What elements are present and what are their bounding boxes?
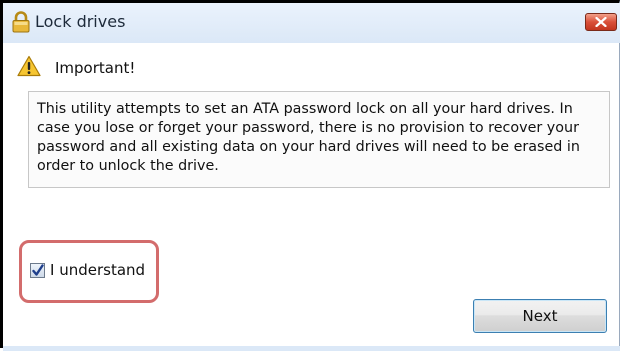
- understand-checkbox[interactable]: [30, 263, 45, 278]
- checkmark-icon: [32, 264, 44, 276]
- close-button[interactable]: [585, 13, 617, 31]
- close-icon: [595, 17, 607, 27]
- important-label: Important!: [55, 59, 136, 77]
- bottom-border: [3, 346, 620, 351]
- warning-message: This utility attempts to set an ATA pass…: [37, 101, 580, 174]
- understand-label[interactable]: I understand: [50, 261, 145, 279]
- title-bar[interactable]: Lock drives: [3, 3, 620, 43]
- warning-icon: [17, 55, 41, 77]
- next-button[interactable]: Next: [473, 299, 607, 333]
- window-title: Lock drives: [35, 12, 126, 31]
- warning-message-box: This utility attempts to set an ATA pass…: [28, 91, 610, 188]
- lock-drives-dialog: Lock drives Important! This utility atte…: [0, 0, 620, 351]
- lock-icon: [11, 11, 31, 33]
